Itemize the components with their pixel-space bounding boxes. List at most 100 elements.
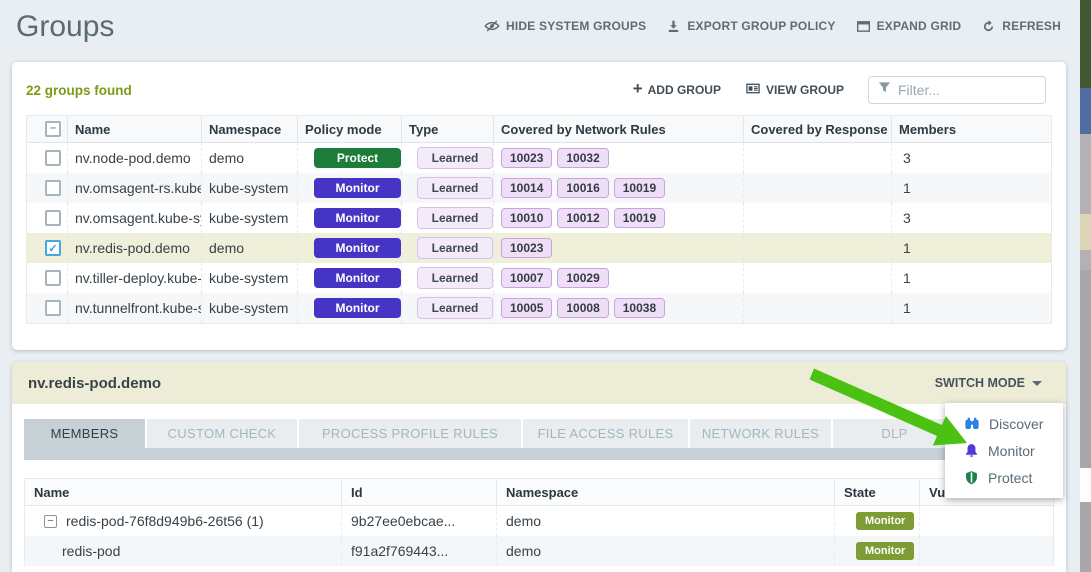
table-row-selected[interactable]: nv.redis-pod.demo demo Monitor Learned 1… — [27, 233, 1051, 263]
column-header-name[interactable]: Name — [25, 479, 341, 505]
menu-item-monitor-label: Monitor — [988, 443, 1035, 459]
rule-id-pill: 10023 — [501, 238, 552, 258]
column-header-network-rules[interactable]: Covered by Network Rules — [493, 116, 743, 142]
policy-mode-badge: Monitor — [314, 268, 401, 288]
export-group-policy-button[interactable]: EXPORT GROUP POLICY — [666, 19, 835, 34]
rule-id-pill: 10023 — [501, 148, 552, 168]
menu-item-monitor[interactable]: Monitor — [945, 437, 1063, 464]
switch-mode-label: SWITCH MODE — [935, 376, 1025, 390]
chevron-down-icon — [1032, 381, 1042, 386]
page-title: Groups — [16, 10, 114, 44]
policy-mode-badge: Monitor — [314, 238, 401, 258]
table-row[interactable]: nv.omsagent.kube-sy kube-system Monitor … — [27, 203, 1051, 233]
member-vulnerabilities — [919, 506, 1053, 536]
column-header-state[interactable]: State — [834, 479, 919, 505]
policy-mode-badge: Monitor — [314, 298, 401, 318]
group-name: nv.tunnelfront.kube-s — [67, 293, 201, 323]
detail-panel-header: nv.redis-pod.demo SWITCH MODE — [12, 362, 1066, 404]
type-pill: Learned — [417, 207, 493, 229]
column-header-policy-mode[interactable]: Policy mode — [297, 116, 401, 142]
groups-count: 22 groups found — [26, 83, 132, 98]
rule-id-pill: 10019 — [614, 208, 665, 228]
row-checkbox[interactable] — [45, 210, 61, 226]
group-namespace: demo — [201, 233, 297, 263]
groups-table: Name Namespace Policy mode Type Covered … — [26, 115, 1052, 324]
table-row[interactable]: nv.omsagent-rs.kube- kube-system Monitor… — [27, 173, 1051, 203]
tab-dlp[interactable]: DLP — [833, 419, 956, 448]
group-name: nv.omsagent.kube-sy — [67, 203, 201, 233]
tab-file-access-rules[interactable]: FILE ACCESS RULES — [523, 419, 688, 448]
switch-mode-button[interactable]: SWITCH MODE — [935, 376, 1042, 390]
row-checkbox[interactable] — [45, 180, 61, 196]
tab-network-rules[interactable]: NETWORK RULES — [690, 419, 831, 448]
menu-item-discover[interactable]: Discover — [945, 410, 1063, 437]
rule-id-pill: 10016 — [557, 178, 608, 198]
rule-id-pill: 10005 — [501, 298, 552, 318]
response-rules-cell — [743, 233, 891, 263]
policy-mode-badge: Protect — [314, 148, 401, 168]
response-rules-cell — [743, 173, 891, 203]
card-view-icon — [745, 81, 761, 99]
expand-grid-button[interactable]: EXPAND GRID — [856, 19, 962, 34]
group-name: nv.omsagent-rs.kube- — [67, 173, 201, 203]
refresh-button[interactable]: REFRESH — [981, 19, 1061, 34]
menu-item-protect[interactable]: Protect — [945, 464, 1063, 491]
response-rules-cell — [743, 143, 891, 173]
rule-id-pill: 10007 — [501, 268, 552, 288]
select-all-checkbox[interactable] — [45, 121, 61, 137]
column-header-namespace[interactable]: Namespace — [201, 116, 297, 142]
policy-mode-badge: Monitor — [314, 208, 401, 228]
row-checkbox[interactable] — [45, 300, 61, 316]
table-row[interactable]: nv.tunnelfront.kube-s kube-system Monito… — [27, 293, 1051, 323]
member-name: redis-pod-76f8d949b6-26t56 (1) — [66, 513, 264, 529]
active-tab-strip — [24, 448, 1054, 460]
rule-id-pill: 10019 — [614, 178, 665, 198]
tab-members[interactable]: MEMBERS — [24, 419, 145, 448]
detail-tabs: MEMBERS CUSTOM CHECK PROCESS PROFILE RUL… — [24, 419, 1054, 448]
group-namespace: kube-system — [201, 173, 297, 203]
member-vulnerabilities — [919, 536, 1053, 566]
filter-box — [868, 76, 1046, 104]
column-header-namespace[interactable]: Namespace — [496, 479, 834, 505]
member-row[interactable]: redis-pod-76f8d949b6-26t56 (1) 9b27ee0eb… — [25, 506, 1053, 536]
download-icon — [666, 19, 681, 34]
column-header-members[interactable]: Members — [891, 116, 1051, 142]
column-header-id[interactable]: Id — [341, 479, 496, 505]
members-count: 3 — [891, 203, 1051, 233]
state-badge: Monitor — [856, 512, 914, 530]
view-group-label: VIEW GROUP — [766, 83, 844, 97]
row-checkbox[interactable] — [45, 240, 61, 256]
members-table-header: Name Id Namespace State Vulnerabilities — [25, 479, 1053, 506]
hide-system-groups-button[interactable]: HIDE SYSTEM GROUPS — [484, 18, 646, 34]
groups-table-header: Name Namespace Policy mode Type Covered … — [27, 116, 1051, 143]
refresh-label: REFRESH — [1002, 19, 1061, 33]
type-pill: Learned — [417, 237, 493, 259]
menu-item-protect-label: Protect — [988, 470, 1032, 486]
filter-input[interactable] — [898, 82, 1036, 98]
members-table: Name Id Namespace State Vulnerabilities … — [24, 478, 1054, 566]
add-group-button[interactable]: ADD GROUP — [633, 83, 721, 97]
refresh-icon — [981, 19, 996, 34]
table-row[interactable]: nv.node-pod.demo demo Protect Learned 10… — [27, 143, 1051, 173]
expand-grid-label: EXPAND GRID — [877, 19, 962, 33]
column-header-response-rules[interactable]: Covered by Response ... — [743, 116, 891, 142]
members-count: 1 — [891, 233, 1051, 263]
response-rules-cell — [743, 203, 891, 233]
rule-id-pill: 10032 — [557, 148, 608, 168]
tab-process-profile-rules[interactable]: PROCESS PROFILE RULES — [299, 419, 521, 448]
table-row[interactable]: nv.tiller-deploy.kube-s kube-system Moni… — [27, 263, 1051, 293]
rule-id-pill: 10038 — [614, 298, 665, 318]
group-namespace: kube-system — [201, 203, 297, 233]
row-checkbox[interactable] — [45, 150, 61, 166]
rule-id-pill: 10014 — [501, 178, 552, 198]
column-header-name[interactable]: Name — [67, 116, 201, 142]
tab-custom-check[interactable]: CUSTOM CHECK — [147, 419, 297, 448]
members-count: 1 — [891, 263, 1051, 293]
menu-item-discover-label: Discover — [989, 416, 1043, 432]
filter-funnel-icon — [878, 81, 891, 99]
view-group-button[interactable]: VIEW GROUP — [745, 81, 844, 99]
column-header-type[interactable]: Type — [401, 116, 493, 142]
row-checkbox[interactable] — [45, 270, 61, 286]
collapse-toggle-icon[interactable] — [44, 515, 57, 528]
member-row[interactable]: redis-pod f91a2f769443... demo Monitor — [25, 536, 1053, 566]
